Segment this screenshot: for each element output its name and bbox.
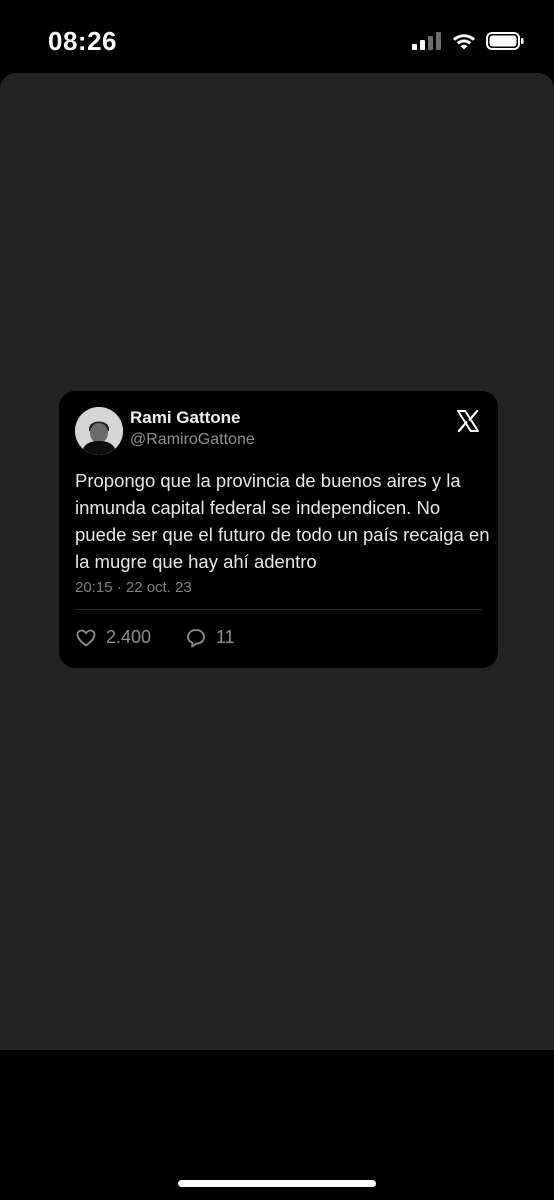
status-icons xyxy=(412,32,524,50)
tweet-card[interactable]: Rami Gattone @RamiroGattone Propongo que… xyxy=(59,391,498,668)
status-bar: 08:26 xyxy=(0,0,554,72)
status-time: 08:26 xyxy=(48,26,117,56)
battery-icon xyxy=(486,32,524,50)
like-button[interactable]: 2.400 xyxy=(76,627,151,648)
reply-count: 11 xyxy=(216,627,235,647)
heart-icon xyxy=(76,629,96,646)
user-handle[interactable]: @RamiroGattone xyxy=(130,431,255,449)
cellular-signal-icon xyxy=(412,32,441,50)
tweet-text: Propongo que la provincia de buenos aire… xyxy=(75,470,490,572)
phone-screen: 08:26 Rami Gattone @RamiroGattone Propon… xyxy=(0,0,554,1200)
like-count: 2.400 xyxy=(106,627,152,647)
reply-button[interactable]: 11 xyxy=(186,627,235,648)
home-indicator[interactable] xyxy=(178,1180,376,1187)
divider xyxy=(75,609,482,610)
wifi-icon xyxy=(453,34,475,50)
user-name[interactable]: Rami Gattone xyxy=(130,408,241,428)
tweet-timestamp[interactable]: 20:15 · 22 oct. 23 xyxy=(75,579,192,596)
speech-bubble-icon xyxy=(187,628,205,647)
avatar-photo-icon xyxy=(75,407,123,455)
x-logo-icon xyxy=(457,409,479,433)
avatar[interactable] xyxy=(75,407,123,455)
